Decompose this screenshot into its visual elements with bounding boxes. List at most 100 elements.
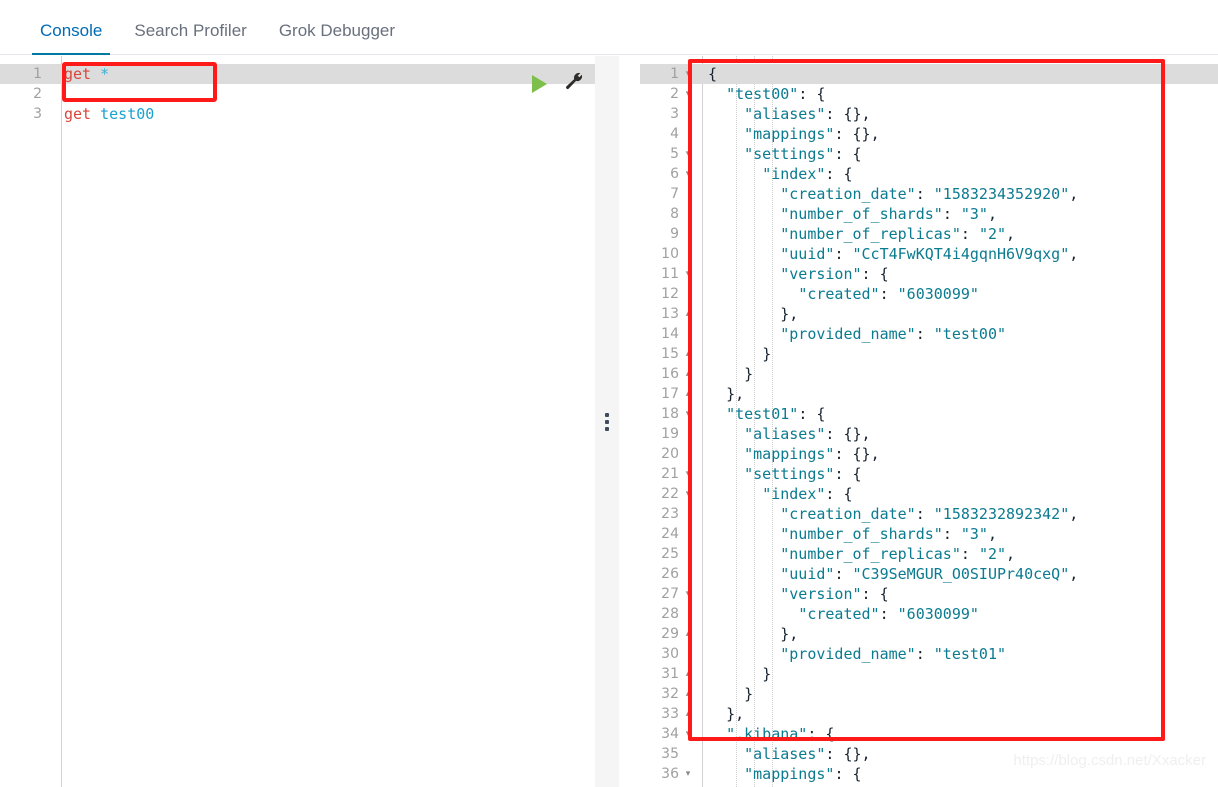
- output-line-text[interactable]: "aliases": {},: [692, 424, 870, 444]
- output-line-text[interactable]: "number_of_replicas": "2",: [692, 544, 1015, 564]
- output-line-text[interactable]: "mappings": {},: [692, 444, 879, 464]
- output-line[interactable]: 23 "creation_date": "1583232892342",: [640, 504, 1218, 524]
- output-line-text[interactable]: "version": {: [692, 264, 888, 284]
- output-line[interactable]: 27 ▾ "version": {: [640, 584, 1218, 604]
- output-line[interactable]: 17 ▴ },: [640, 384, 1218, 404]
- output-line-text[interactable]: "number_of_shards": "3",: [692, 524, 997, 544]
- play-icon[interactable]: [532, 74, 547, 93]
- output-line[interactable]: 16 ▴ }: [640, 364, 1218, 384]
- pane-splitter[interactable]: [595, 56, 619, 787]
- output-line-text[interactable]: "creation_date": "1583232892342",: [692, 504, 1078, 524]
- output-line-text[interactable]: }: [692, 684, 753, 704]
- fold-open-icon[interactable]: ▾: [684, 149, 692, 159]
- output-line[interactable]: 19 "aliases": {},: [640, 424, 1218, 444]
- output-line[interactable]: 20 "mappings": {},: [640, 444, 1218, 464]
- output-line-text[interactable]: "number_of_shards": "3",: [692, 204, 997, 224]
- output-line[interactable]: 13 ▴ },: [640, 304, 1218, 324]
- output-line-text[interactable]: "created": "6030099": [692, 604, 979, 624]
- output-line[interactable]: 22 ▾ "index": {: [640, 484, 1218, 504]
- output-line[interactable]: 3 "aliases": {},: [640, 104, 1218, 124]
- output-line[interactable]: 9 "number_of_replicas": "2",: [640, 224, 1218, 244]
- fold-open-icon[interactable]: ▾: [684, 769, 692, 779]
- fold-close-icon[interactable]: ▴: [684, 669, 692, 679]
- output-line[interactable]: 7 "creation_date": "1583234352920",: [640, 184, 1218, 204]
- output-line-text[interactable]: ".kibana": {: [692, 724, 834, 744]
- request-editor-lines[interactable]: 1 get * 2 3 get test00: [0, 64, 595, 124]
- output-line-text[interactable]: },: [692, 384, 744, 404]
- output-line-text[interactable]: "settings": {: [692, 464, 861, 484]
- output-line-text[interactable]: "index": {: [692, 164, 852, 184]
- output-line[interactable]: 26 "uuid": "C39SeMGUR_O0SIUPr40ceQ",: [640, 564, 1218, 584]
- fold-open-icon[interactable]: ▾: [684, 469, 692, 479]
- editor-line-text[interactable]: get test00: [50, 104, 154, 124]
- output-line[interactable]: 24 "number_of_shards": "3",: [640, 524, 1218, 544]
- fold-close-icon[interactable]: ▴: [684, 389, 692, 399]
- output-line[interactable]: 6 ▾ "index": {: [640, 164, 1218, 184]
- response-output-pane[interactable]: 1 ▾{2 ▾ "test00": {3 "aliases": {}, 4 "mapp…: [640, 56, 1218, 787]
- output-line-text[interactable]: "provided_name": "test01": [692, 644, 1006, 664]
- editor-line-text[interactable]: get *: [50, 64, 109, 84]
- editor-line[interactable]: 3 get test00: [0, 104, 595, 124]
- output-line-text[interactable]: }: [692, 364, 753, 384]
- tab-console[interactable]: Console: [24, 22, 118, 55]
- output-line-text[interactable]: {: [692, 64, 717, 84]
- output-line[interactable]: 10 "uuid": "CcT4FwKQT4i4gqnH6V9qxg",: [640, 244, 1218, 264]
- output-line[interactable]: 31 ▴ }: [640, 664, 1218, 684]
- output-line-text[interactable]: "index": {: [692, 484, 852, 504]
- fold-close-icon[interactable]: ▴: [684, 309, 692, 319]
- splitter-grip-icon[interactable]: [605, 412, 609, 431]
- editor-line[interactable]: 1 get *: [0, 64, 595, 84]
- fold-close-icon[interactable]: ▴: [684, 369, 692, 379]
- output-line[interactable]: 2 ▾ "test00": {: [640, 84, 1218, 104]
- output-line[interactable]: 4 "mappings": {},: [640, 124, 1218, 144]
- output-line[interactable]: 14 "provided_name": "test00": [640, 324, 1218, 344]
- fold-open-icon[interactable]: ▾: [684, 409, 692, 419]
- output-line[interactable]: 30 "provided_name": "test01": [640, 644, 1218, 664]
- output-line[interactable]: 21 ▾ "settings": {: [640, 464, 1218, 484]
- fold-open-icon[interactable]: ▾: [684, 269, 692, 279]
- output-line-text[interactable]: "aliases": {},: [692, 744, 870, 764]
- editor-line[interactable]: 2: [0, 84, 595, 104]
- fold-open-icon[interactable]: ▾: [684, 589, 692, 599]
- fold-open-icon[interactable]: ▾: [684, 729, 692, 739]
- fold-open-icon[interactable]: ▾: [684, 489, 692, 499]
- tab-search-profiler[interactable]: Search Profiler: [118, 22, 262, 54]
- output-line[interactable]: 34 ▾ ".kibana": {: [640, 724, 1218, 744]
- output-line-text[interactable]: "test00": {: [692, 84, 825, 104]
- output-line[interactable]: 1 ▾{: [640, 64, 1218, 84]
- fold-open-icon[interactable]: ▾: [684, 69, 692, 79]
- output-line-text[interactable]: }: [692, 344, 771, 364]
- wrench-icon[interactable]: [563, 70, 585, 97]
- output-line-text[interactable]: "uuid": "C39SeMGUR_O0SIUPr40ceQ",: [692, 564, 1078, 584]
- output-line-text[interactable]: "test01": {: [692, 404, 825, 424]
- output-line[interactable]: 25 "number_of_replicas": "2",: [640, 544, 1218, 564]
- output-line[interactable]: 32 ▴ }: [640, 684, 1218, 704]
- output-line-text[interactable]: "aliases": {},: [692, 104, 870, 124]
- output-line[interactable]: 18 ▾ "test01": {: [640, 404, 1218, 424]
- output-line-text[interactable]: "settings": {: [692, 144, 861, 164]
- fold-open-icon[interactable]: ▾: [684, 169, 692, 179]
- response-output-lines[interactable]: 1 ▾{2 ▾ "test00": {3 "aliases": {}, 4 "mapp…: [640, 64, 1218, 784]
- output-line-text[interactable]: "uuid": "CcT4FwKQT4i4gqnH6V9qxg",: [692, 244, 1078, 264]
- output-line-text[interactable]: },: [692, 624, 798, 644]
- request-editor-pane[interactable]: 1 get * 2 3 get test00: [0, 56, 595, 787]
- fold-close-icon[interactable]: ▴: [684, 349, 692, 359]
- output-line-text[interactable]: "version": {: [692, 584, 888, 604]
- output-line-text[interactable]: "mappings": {: [692, 764, 861, 784]
- output-line-text[interactable]: "mappings": {},: [692, 124, 879, 144]
- output-line-text[interactable]: }: [692, 664, 771, 684]
- output-line[interactable]: 5 ▾ "settings": {: [640, 144, 1218, 164]
- output-line-text[interactable]: },: [692, 304, 798, 324]
- fold-close-icon[interactable]: ▴: [684, 709, 692, 719]
- fold-close-icon[interactable]: ▴: [684, 689, 692, 699]
- output-line-text[interactable]: "creation_date": "1583234352920",: [692, 184, 1078, 204]
- fold-close-icon[interactable]: ▴: [684, 629, 692, 639]
- tab-grok-debugger[interactable]: Grok Debugger: [263, 22, 411, 54]
- output-line[interactable]: 29 ▴ },: [640, 624, 1218, 644]
- output-line-text[interactable]: "created": "6030099": [692, 284, 979, 304]
- output-line[interactable]: 28 "created": "6030099": [640, 604, 1218, 624]
- output-line[interactable]: 33 ▴ },: [640, 704, 1218, 724]
- output-line[interactable]: 11 ▾ "version": {: [640, 264, 1218, 284]
- output-line[interactable]: 15 ▴ }: [640, 344, 1218, 364]
- output-line-text[interactable]: },: [692, 704, 744, 724]
